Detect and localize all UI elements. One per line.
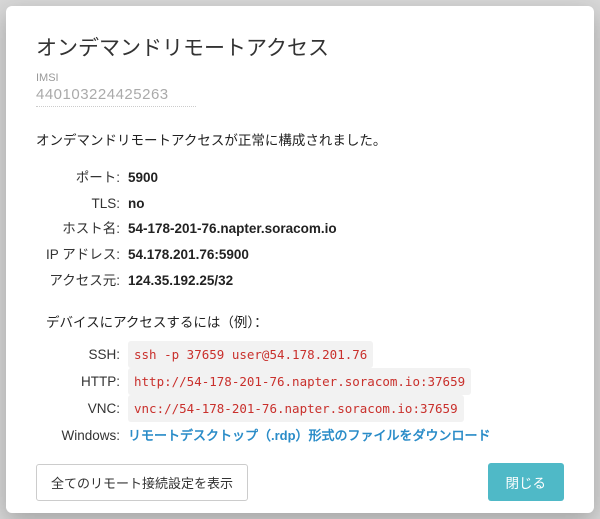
windows-label: Windows: xyxy=(36,422,128,449)
http-label: HTTP: xyxy=(36,368,128,395)
status-message: オンデマンドリモートアクセスが正常に構成されました。 xyxy=(36,129,564,149)
imsi-value: 440103224425263 xyxy=(36,86,196,107)
port-value: 5900 xyxy=(128,165,158,191)
example-row-vnc: VNC: vnc://54-178-201-76.napter.soracom.… xyxy=(36,395,564,422)
vnc-command[interactable]: vnc://54-178-201-76.napter.soracom.io:37… xyxy=(128,395,464,422)
example-row-windows: Windows: リモートデスクトップ（.rdp）形式のファイルをダウンロード xyxy=(36,422,564,449)
tls-label: TLS: xyxy=(36,191,128,217)
example-title: デバイスにアクセスするには（例）： xyxy=(46,311,564,331)
modal-footer: 全てのリモート接続設定を表示 閉じる xyxy=(36,449,564,501)
http-command[interactable]: http://54-178-201-76.napter.soracom.io:3… xyxy=(128,368,471,395)
show-all-settings-button[interactable]: 全てのリモート接続設定を表示 xyxy=(36,464,248,501)
vnc-label: VNC: xyxy=(36,395,128,422)
connection-details: ポート: 5900 TLS: no ホスト名: 54-178-201-76.na… xyxy=(36,165,564,293)
imsi-label: IMSI xyxy=(36,72,564,84)
host-label: ホスト名: xyxy=(36,216,128,242)
rdp-download-link[interactable]: リモートデスクトップ（.rdp）形式のファイルをダウンロード xyxy=(128,423,491,449)
detail-row-tls: TLS: no xyxy=(36,191,564,217)
detail-row-port: ポート: 5900 xyxy=(36,165,564,191)
src-value: 124.35.192.25/32 xyxy=(128,268,233,294)
detail-row-src: アクセス元: 124.35.192.25/32 xyxy=(36,268,564,294)
port-label: ポート: xyxy=(36,165,128,191)
tls-value: no xyxy=(128,191,145,217)
remote-access-modal: オンデマンドリモートアクセス IMSI 440103224425263 オンデマ… xyxy=(6,6,594,513)
host-value: 54-178-201-76.napter.soracom.io xyxy=(128,216,337,242)
src-label: アクセス元: xyxy=(36,268,128,294)
ip-value: 54.178.201.76:5900 xyxy=(128,242,249,268)
close-button[interactable]: 閉じる xyxy=(488,463,565,501)
example-row-ssh: SSH: ssh -p 37659 user@54.178.201.76 xyxy=(36,341,564,368)
detail-row-ip: IP アドレス: 54.178.201.76:5900 xyxy=(36,242,564,268)
modal-title: オンデマンドリモートアクセス xyxy=(36,32,564,62)
detail-row-host: ホスト名: 54-178-201-76.napter.soracom.io xyxy=(36,216,564,242)
example-table: SSH: ssh -p 37659 user@54.178.201.76 HTT… xyxy=(36,341,564,449)
example-row-http: HTTP: http://54-178-201-76.napter.soraco… xyxy=(36,368,564,395)
ssh-command[interactable]: ssh -p 37659 user@54.178.201.76 xyxy=(128,341,373,368)
ssh-label: SSH: xyxy=(36,341,128,368)
ip-label: IP アドレス: xyxy=(36,242,128,268)
